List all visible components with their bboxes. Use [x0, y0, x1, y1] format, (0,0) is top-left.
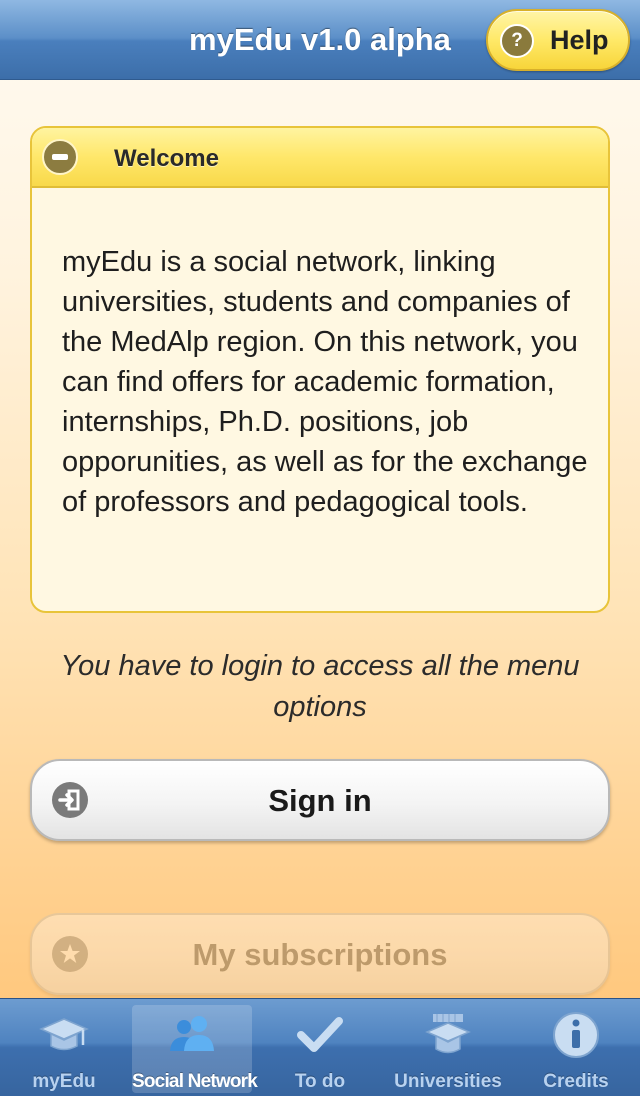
- tab-social-network[interactable]: Social Network: [132, 1005, 258, 1093]
- tab-bar: myEdu Social Network To do Universities …: [0, 998, 640, 1096]
- checkmark-icon: [256, 1013, 384, 1057]
- tab-label: To do: [294, 1071, 346, 1092]
- graduation-cap-icon: [0, 1013, 128, 1057]
- sign-in-label: Sign in: [268, 783, 372, 818]
- tab-myedu[interactable]: myEdu: [0, 999, 128, 1096]
- welcome-text: myEdu is a social network, linking unive…: [62, 246, 588, 518]
- help-button[interactable]: ? Help: [486, 9, 630, 71]
- tab-label: Social Network: [132, 1071, 258, 1092]
- tab-label: Universities: [394, 1071, 502, 1092]
- tab-credits[interactable]: Credits: [512, 999, 640, 1096]
- my-subscriptions-label: My subscriptions: [192, 937, 448, 972]
- tab-to-do[interactable]: To do: [256, 999, 384, 1096]
- question-icon: ?: [500, 24, 534, 58]
- universities-icon: [384, 1013, 512, 1057]
- login-notice: You have to login to access all the menu…: [60, 650, 580, 723]
- people-icon: [132, 1013, 252, 1057]
- help-label: Help: [550, 25, 609, 55]
- minus-icon[interactable]: [42, 139, 78, 175]
- navigation-bar: myEdu v1.0 alpha ? Help: [0, 0, 640, 80]
- welcome-title: Welcome: [114, 145, 219, 172]
- tab-label: myEdu: [32, 1071, 96, 1092]
- welcome-header[interactable]: Welcome: [32, 128, 608, 188]
- tab-universities[interactable]: Universities: [384, 999, 512, 1096]
- info-icon: [512, 1012, 640, 1058]
- sign-in-button[interactable]: Sign in: [30, 759, 610, 841]
- welcome-panel: Welcome myEdu is a social network, linki…: [30, 126, 610, 613]
- my-subscriptions-button[interactable]: My subscriptions: [30, 913, 610, 995]
- tab-label: Credits: [543, 1071, 609, 1092]
